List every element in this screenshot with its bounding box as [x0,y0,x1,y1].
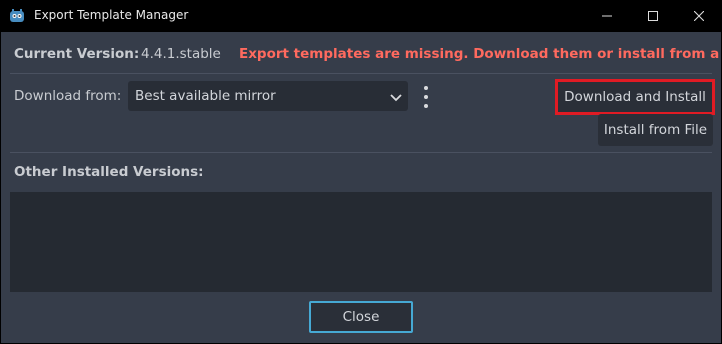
download-and-install-button[interactable]: Download and Install [555,79,715,115]
title-bar: Export Template Manager [0,0,722,32]
separator [10,73,712,74]
maximize-icon [648,11,658,21]
separator [10,152,712,153]
installed-versions-list[interactable] [10,192,712,292]
mirror-select-value: Best available mirror [135,88,276,104]
dialog-body: Current Version: 4.4.1.stable Export tem… [1,32,722,343]
mirror-select[interactable]: Best available mirror [128,81,408,111]
other-installed-versions-label: Other Installed Versions: [14,164,204,180]
chevron-down-icon [390,91,402,107]
close-button[interactable]: Close [309,301,413,333]
window-title: Export Template Manager [34,8,189,22]
download-from-label: Download from: [14,88,122,104]
maximize-button[interactable] [630,0,676,32]
current-version-label: Current Version: [14,46,140,62]
window-close-button[interactable] [676,0,722,32]
missing-templates-warning: Export templates are missing. Download t… [239,46,722,62]
export-template-manager-window: Export Template Manager Current Version:… [0,0,722,344]
godot-app-icon [9,8,25,24]
close-icon [694,11,704,21]
minimize-icon [602,15,612,17]
current-version-value: 4.4.1.stable [141,46,221,62]
minimize-button[interactable] [584,0,630,32]
mirror-options-menu-icon[interactable] [419,86,433,108]
install-from-file-button[interactable]: Install from File [598,114,713,146]
